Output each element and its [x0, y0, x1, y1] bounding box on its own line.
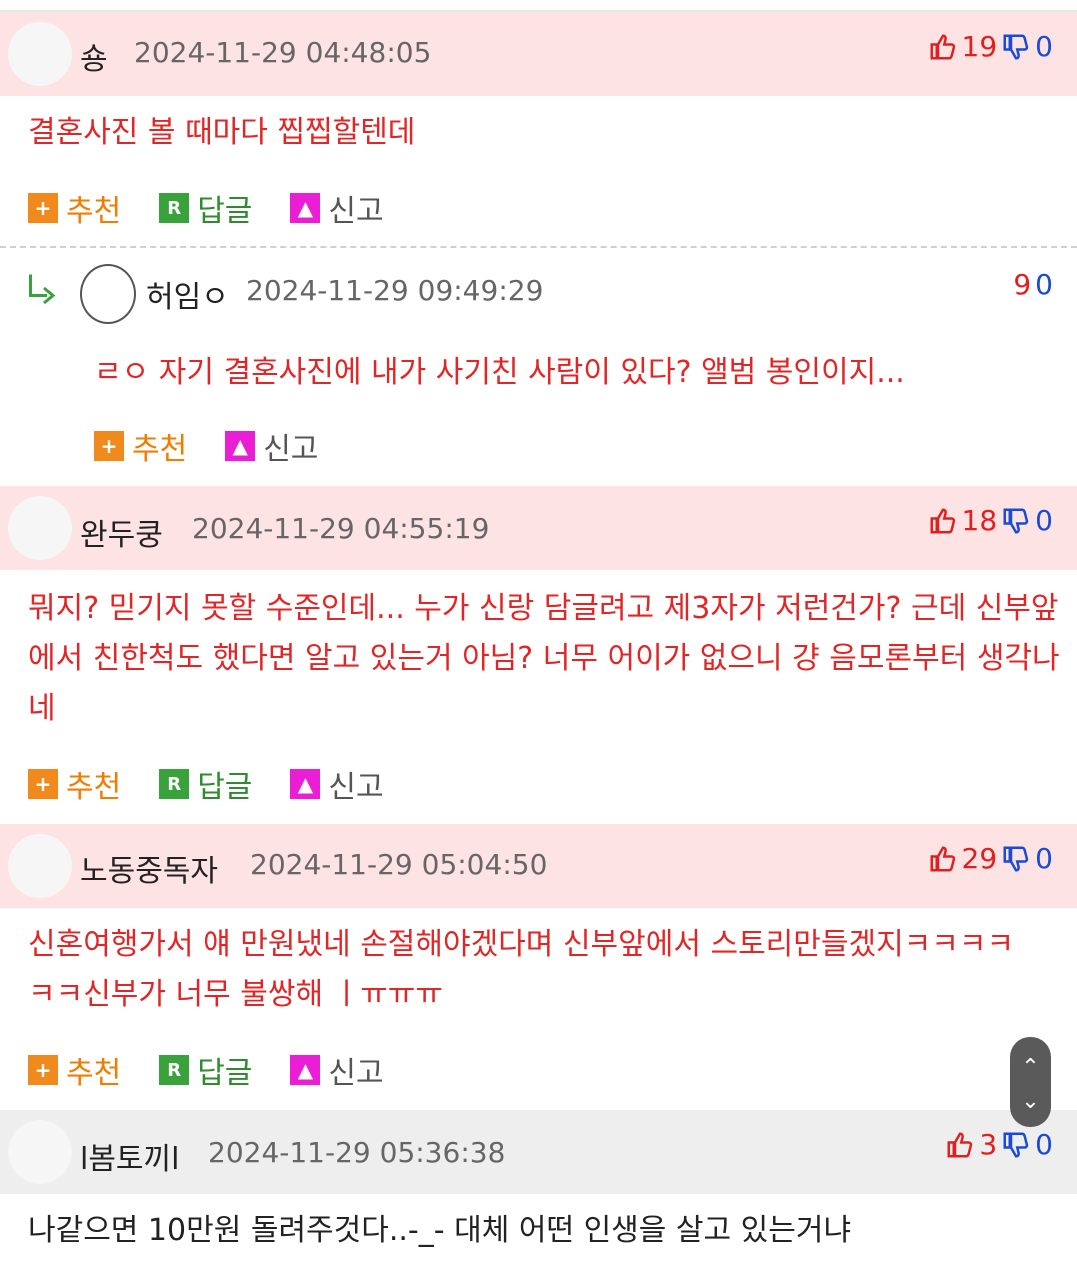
up-count: 29: [961, 842, 998, 875]
report-button[interactable]: ▲ 신고: [290, 1048, 384, 1092]
avatar[interactable]: [8, 1120, 72, 1184]
top-divider: [0, 0, 1077, 12]
report-label: 신고: [328, 1056, 384, 1091]
reply-button[interactable]: R 답글: [159, 186, 252, 230]
up-count: 18: [961, 504, 998, 537]
comment-header: 완두쿵 2024-11-29 04:55:19 18 0: [0, 486, 1077, 570]
plus-icon: +: [28, 193, 58, 223]
scroll-down-icon[interactable]: ⌄: [1010, 1089, 1051, 1114]
report-button[interactable]: ▲ 신고: [225, 424, 318, 468]
report-button[interactable]: ▲ 신고: [290, 762, 384, 806]
siren-icon: ▲: [225, 431, 256, 461]
comment-actions: + 추천 R 답글 ▲ 신고: [28, 1048, 422, 1092]
comment-body: 결혼사진 볼 때마다 찝찝할텐데: [28, 115, 416, 150]
siren-icon: ▲: [290, 769, 321, 799]
comment-divider: [0, 246, 1077, 248]
avatar[interactable]: [8, 834, 72, 898]
comment-actions: + 추천 ▲ 신고: [94, 424, 356, 468]
timestamp: 2024-11-29 05:04:50: [250, 848, 548, 881]
up-count: 9: [1013, 268, 1032, 301]
timestamp: 2024-11-29 05:36:38: [208, 1136, 506, 1169]
vote-counts: 18 0: [928, 504, 1053, 537]
recommend-button[interactable]: + 추천: [28, 186, 121, 230]
reply-r-icon: R: [159, 769, 190, 799]
siren-icon: ▲: [290, 193, 321, 223]
avatar[interactable]: [8, 496, 72, 560]
report-label: 신고: [263, 432, 319, 467]
thumbs-up-icon[interactable]: [928, 844, 958, 874]
thumbs-down-icon[interactable]: [1001, 844, 1031, 874]
vote-counts: 9 0: [1013, 268, 1053, 301]
vote-counts: 19 0: [928, 30, 1053, 63]
down-count: 0: [1035, 30, 1053, 63]
scroll-buttons: ⌃ ⌄: [1010, 1037, 1051, 1127]
comment-header: 노동중독자 2024-11-29 05:04:50 29 0: [0, 824, 1077, 908]
report-label: 신고: [328, 770, 384, 805]
recommend-label: 추천: [66, 194, 122, 229]
recommend-button[interactable]: + 추천: [28, 762, 121, 806]
up-count: 3: [979, 1128, 998, 1161]
up-count: 19: [961, 30, 998, 63]
plus-icon: +: [28, 1055, 58, 1085]
reply-r-icon: R: [159, 1055, 190, 1085]
report-button[interactable]: ▲ 신고: [290, 186, 384, 230]
reply-label: 답글: [197, 1056, 253, 1091]
timestamp: 2024-11-29 09:49:29: [246, 274, 544, 307]
reply-label: 답글: [197, 770, 253, 805]
plus-icon: +: [28, 769, 58, 799]
comment-header: l봄토끼l 2024-11-29 05:36:38 3 0: [0, 1110, 1077, 1194]
thumbs-down-icon[interactable]: [1001, 1130, 1031, 1160]
reply-button[interactable]: R 답글: [159, 762, 252, 806]
recommend-label: 추천: [132, 432, 188, 467]
thumbs-up-icon[interactable]: [928, 32, 958, 62]
timestamp: 2024-11-29 04:48:05: [134, 36, 432, 69]
down-count: 0: [1035, 1128, 1053, 1161]
nickname[interactable]: 허임ㅇ: [146, 272, 229, 316]
recommend-button[interactable]: + 추천: [94, 424, 187, 468]
reply-r-icon: R: [159, 193, 190, 223]
down-count: 0: [1035, 842, 1053, 875]
recommend-label: 추천: [66, 770, 122, 805]
thumbs-down-icon[interactable]: [1001, 32, 1031, 62]
avatar[interactable]: [80, 264, 136, 324]
reply-arrow-icon: [29, 274, 56, 305]
comment-actions: + 추천 R 답글 ▲ 신고: [28, 762, 422, 806]
recommend-button[interactable]: + 추천: [28, 1048, 121, 1092]
comment-body: 뭐지? 믿기지 못할 수준인데... 누가 신랑 담글려고 제3자가 저런건가?…: [28, 591, 1060, 726]
down-count: 0: [1035, 268, 1053, 301]
siren-icon: ▲: [290, 1055, 321, 1085]
reply-label: 답글: [197, 194, 253, 229]
plus-icon: +: [94, 431, 124, 461]
thumbs-up-icon[interactable]: [945, 1130, 975, 1160]
reply-button[interactable]: R 답글: [159, 1048, 252, 1092]
comment-actions: + 추천 R 답글 ▲ 신고: [28, 186, 422, 230]
nickname[interactable]: 숑: [80, 34, 108, 78]
recommend-label: 추천: [66, 1056, 122, 1091]
vote-counts: 3 0: [945, 1128, 1053, 1161]
comment-body: ㄹㅇ 자기 결혼사진에 내가 사기친 사람이 있다? 앨범 봉인이지...: [94, 355, 905, 390]
thumbs-down-icon[interactable]: [1001, 506, 1031, 536]
nickname[interactable]: l봄토끼l: [80, 1134, 179, 1178]
avatar[interactable]: [8, 22, 72, 86]
nickname[interactable]: 완두쿵: [80, 510, 163, 554]
comment-body: 신혼여행가서 얘 만원냈네 손절해야겠다며 신부앞에서 스토리만들겠지ㅋㅋㅋㅋㅋ…: [28, 927, 1015, 1012]
timestamp: 2024-11-29 04:55:19: [192, 512, 490, 545]
scroll-up-icon[interactable]: ⌃: [1010, 1055, 1051, 1080]
comment-header: 숑 2024-11-29 04:48:05 19 0: [0, 12, 1077, 96]
down-count: 0: [1035, 504, 1053, 537]
vote-counts: 29 0: [928, 842, 1053, 875]
thumbs-up-icon[interactable]: [928, 506, 958, 536]
nickname[interactable]: 노동중독자: [80, 846, 218, 890]
comment-body: 나같으면 10만원 돌려주것다..-_- 대체 어떤 인생을 살고 있는거냐: [28, 1213, 852, 1248]
report-label: 신고: [328, 194, 384, 229]
